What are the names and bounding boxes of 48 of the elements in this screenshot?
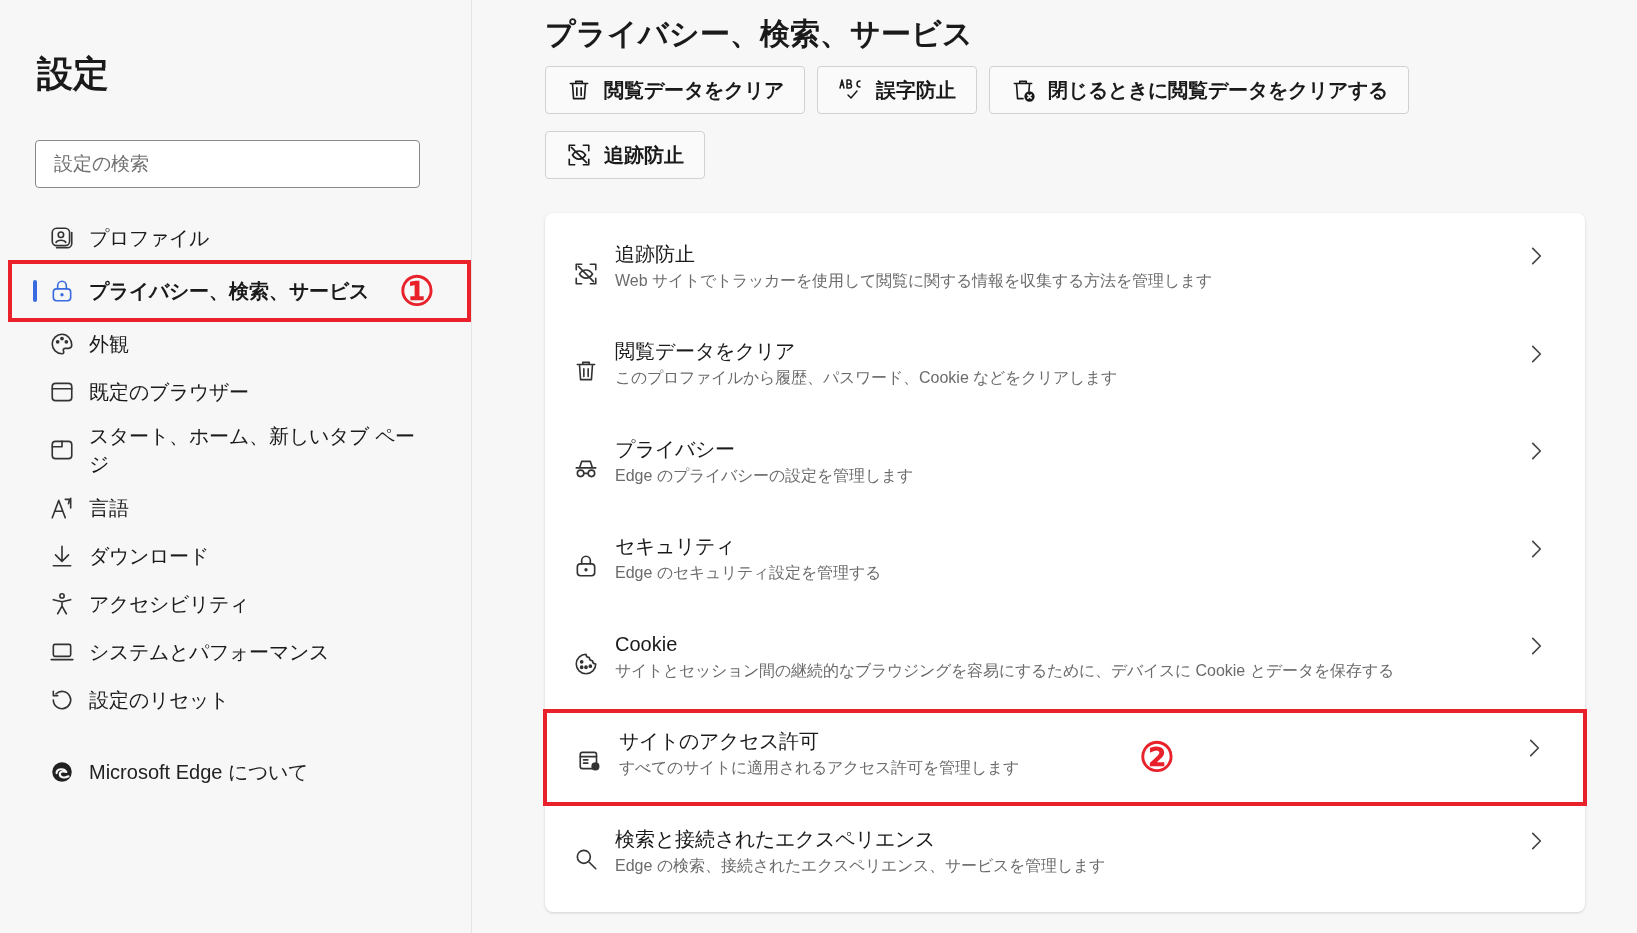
settings-row[interactable]: 検索と接続されたエクスペリエンス Edge の検索、接続されたエクスペリエンス、サービスを管理します <box>545 806 1585 904</box>
row-title: 検索と接続されたエクスペリエンス <box>615 826 935 852</box>
profile-icon <box>49 225 75 251</box>
row-description: Edge の検索、接続されたエクスペリエンス、サービスを管理します <box>615 855 1105 876</box>
row-title: 閲覧データをクリア <box>615 339 795 365</box>
callout-number: ② <box>1139 737 1175 778</box>
row-title: サイトのアクセス許可 <box>619 729 819 755</box>
quick-action-button[interactable]: 誤字防止 <box>817 66 977 114</box>
page-title: プライバシー、検索、サービス <box>545 16 974 52</box>
selection-indicator <box>33 280 37 302</box>
row-description: サイトとセッション間の継続的なブラウジングを容易にするために、デバイスに Cookie とデータを保存する <box>615 660 1394 681</box>
row-title: 追跡防止 <box>615 241 695 267</box>
settings-title: 設定 <box>36 56 110 92</box>
row-title: Cookie <box>615 631 678 657</box>
spellcheck-icon <box>838 78 864 102</box>
nav-item[interactable]: 外観 <box>35 320 419 368</box>
nav-item[interactable]: スタート、ホーム、新しいタブ ページ <box>35 416 419 484</box>
nav-item[interactable]: 言語 <box>35 484 419 532</box>
tracking-prevention-icon <box>573 260 599 287</box>
cookie-icon <box>573 650 599 677</box>
nav-item[interactable]: システムとパフォーマンス <box>35 628 419 676</box>
quick-action-button[interactable]: 追跡防止 <box>545 131 705 179</box>
nav-item[interactable]: プロファイル <box>35 214 419 262</box>
settings-row[interactable]: 追跡防止 Web サイトでトラッカーを使用して閲覧に関する情報を収集する方法を管理します <box>545 221 1585 319</box>
row-title: セキュリティ <box>615 534 735 560</box>
row-description: このプロファイルから履歴、パスワード、Cookie などをクリアします <box>615 368 1118 389</box>
nav-item[interactable]: アクセシビリティ <box>35 580 419 628</box>
row-description: すべてのサイトに適用されるアクセス許可を管理します <box>619 758 1019 779</box>
row-description: Edge のプライバシーの設定を管理します <box>615 465 913 486</box>
nav-item[interactable]: プライバシー、検索、サービス ① <box>8 260 471 322</box>
nav-item[interactable]: ダウンロード <box>35 532 419 580</box>
search-field[interactable]: 設定の検索 <box>35 140 420 188</box>
nav-item[interactable]: 設定のリセット <box>35 676 419 724</box>
quick-action-button[interactable]: 閲覧データをクリア <box>545 66 805 114</box>
settings-row[interactable]: セキュリティ Edge のセキュリティ設定を管理する <box>545 513 1585 611</box>
quick-action-button[interactable]: 閉じるときに閲覧データをクリアする <box>989 66 1409 114</box>
palette-icon <box>49 331 75 357</box>
row-description: Web サイトでトラッカーを使用して閲覧に関する情報を収集する方法を管理します <box>615 270 1213 291</box>
settings-row[interactable]: 閲覧データをクリア このプロファイルから履歴、パスワード、Cookie などをクリアします <box>545 318 1585 416</box>
nav-item[interactable]: 既定のブラウザー <box>35 368 419 416</box>
settings-row[interactable]: プライバシー Edge のプライバシーの設定を管理します <box>545 416 1585 514</box>
tracking-prevention-icon <box>566 142 592 168</box>
row-title: プライバシー <box>615 436 735 462</box>
edge-logo-icon <box>49 759 75 785</box>
row-description: Edge のセキュリティ設定を管理する <box>615 563 881 584</box>
callout-number: ① <box>399 271 435 311</box>
about-link[interactable]: Microsoft Edge について <box>35 748 419 796</box>
settings-row[interactable]: Cookie サイトとセッション間の継続的なブラウジングを容易にするために、デバイスに Cookie とデータを保存する <box>545 611 1585 709</box>
